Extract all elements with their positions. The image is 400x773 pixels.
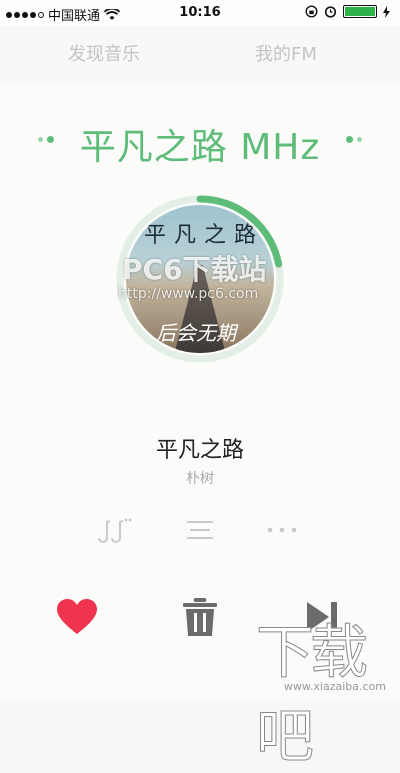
- alarm-icon: [324, 6, 337, 18]
- more-icon[interactable]: [262, 515, 302, 545]
- tab-my-fm[interactable]: 我的FM: [255, 40, 317, 66]
- music-notes-icon[interactable]: [93, 512, 137, 548]
- station-dots-right: [346, 136, 362, 143]
- cover-title-text: 平凡之路: [144, 223, 265, 248]
- overlay-watermark-name: PC6下载站: [122, 253, 267, 286]
- site-watermark: 下载吧 www.xiazaiba.com: [256, 605, 392, 771]
- battery-icon: [343, 5, 377, 18]
- rotation-lock-icon: [305, 5, 318, 18]
- artist-name: 朴树: [186, 471, 214, 487]
- cover-script-text: 后会无期: [156, 321, 236, 345]
- trash-icon[interactable]: [178, 594, 222, 640]
- site-watermark-url: www.xiazaiba.com: [283, 680, 386, 693]
- status-right: [305, 5, 390, 18]
- status-bar: 中国联通 10:16: [0, 0, 400, 26]
- song-title: 平凡之路: [155, 438, 244, 463]
- overlay-watermark-url: http://www.pc6.com: [118, 286, 259, 302]
- tab-discover-music[interactable]: 发现音乐: [68, 40, 140, 66]
- heart-icon[interactable]: [52, 594, 102, 640]
- list-icon[interactable]: [180, 515, 220, 545]
- charging-icon: [383, 5, 390, 18]
- station-name: 平凡之路 MHz: [79, 127, 321, 168]
- top-tabs: 发现音乐 我的FM: [0, 26, 400, 78]
